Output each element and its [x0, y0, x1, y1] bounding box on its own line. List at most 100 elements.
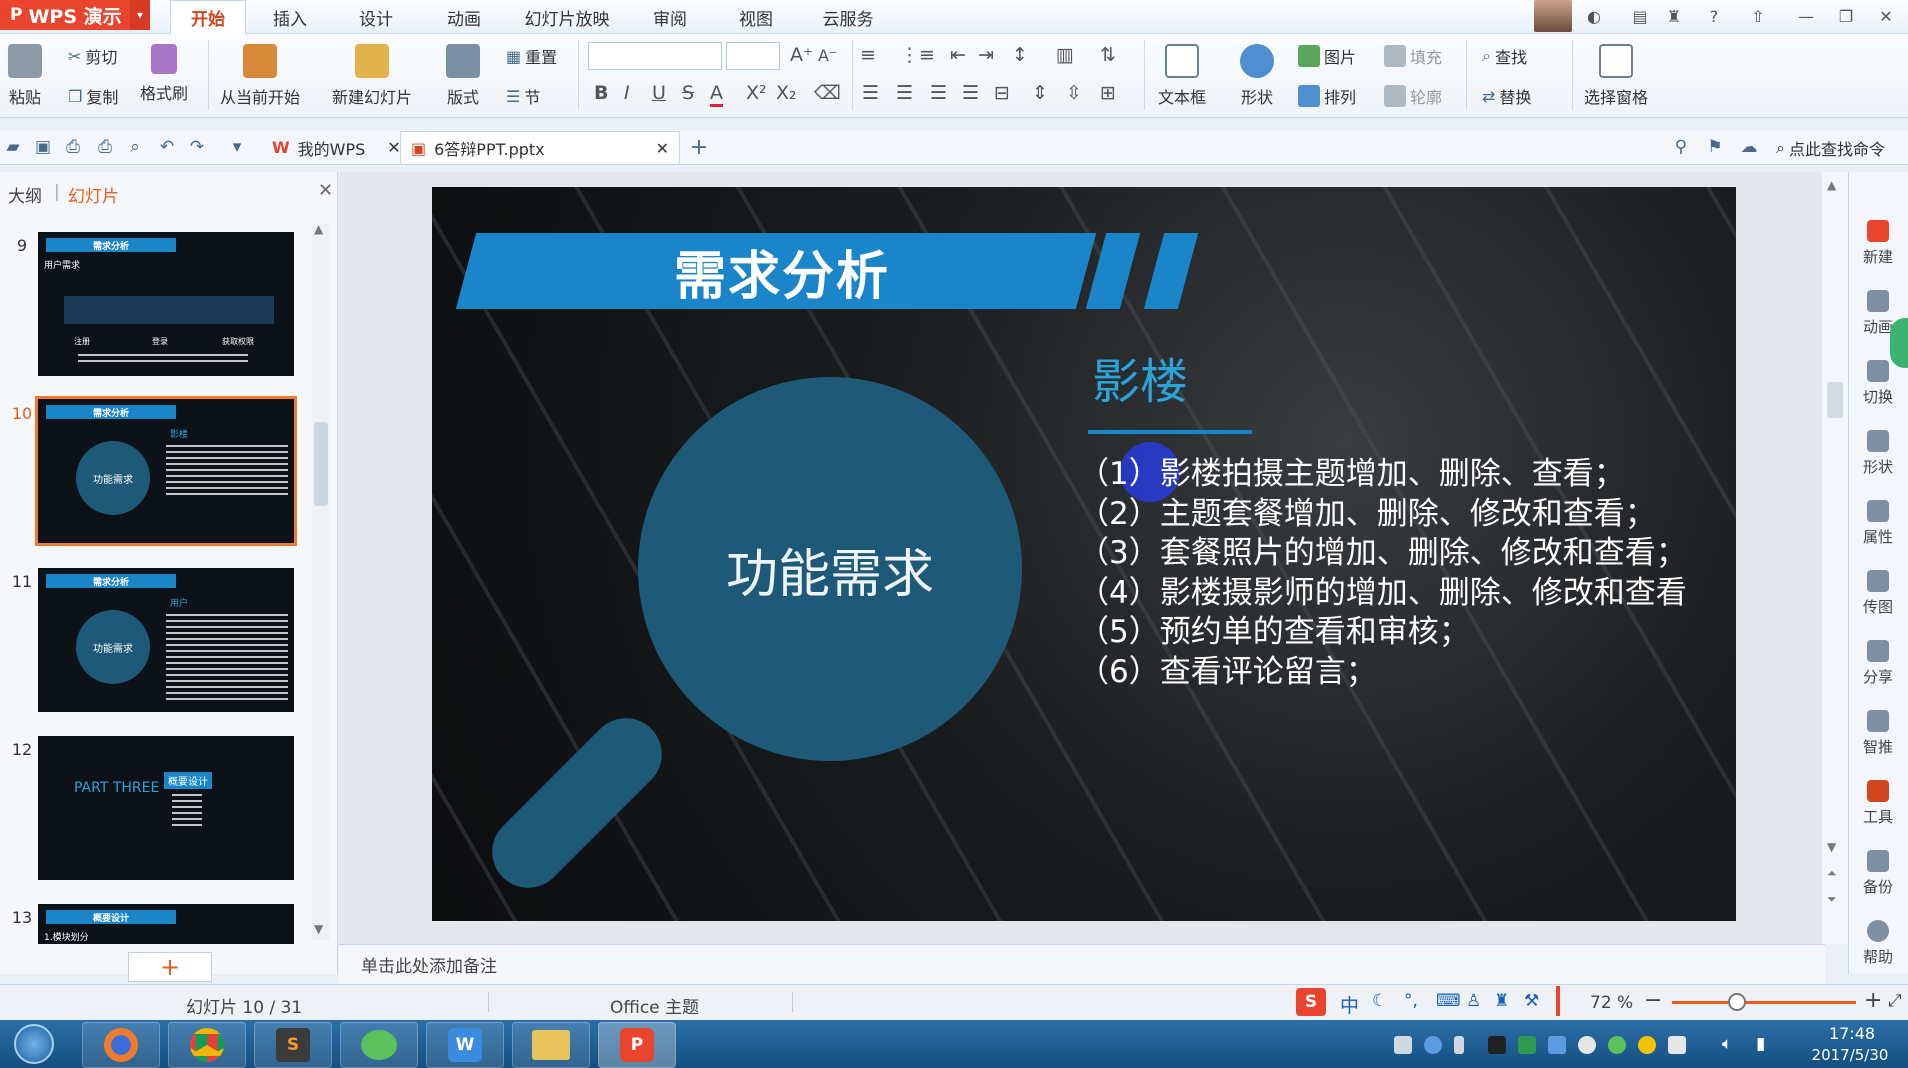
minimize-icon[interactable]: — [1792, 4, 1820, 28]
strike-button[interactable]: S [682, 82, 694, 104]
skin-icon[interactable]: ◐ [1580, 4, 1608, 28]
text-options-icon[interactable]: ⊞ [1100, 82, 1116, 104]
taskbar-wps-writer[interactable]: W [426, 1022, 504, 1068]
next-slide-icon[interactable]: ⏷ [1827, 892, 1837, 907]
tray-device-icon[interactable] [1668, 1036, 1686, 1054]
export-pdf-icon[interactable]: ⎙ [62, 136, 84, 158]
slide-thumbnail-9[interactable]: 需求分析 用户需求 注册 登录 获取权限 [38, 232, 294, 376]
collapse-icon[interactable]: ▤ [1626, 4, 1654, 28]
sidebar-help[interactable]: 帮助 [1852, 920, 1904, 967]
close-icon[interactable]: ✕ [656, 139, 669, 158]
print-preview-icon[interactable]: ⌕ [124, 136, 146, 158]
shape-button[interactable]: 形状 [1240, 44, 1274, 108]
sidebar-shape[interactable]: 形状 [1852, 430, 1904, 477]
print-icon[interactable]: ⎙ [94, 136, 116, 158]
taskbar-wps-presentation[interactable]: P [598, 1022, 676, 1068]
zoom-in-button[interactable]: + [1864, 988, 1882, 1013]
shirt-icon[interactable]: ♜ [1660, 4, 1688, 28]
tray-green-icon[interactable] [1518, 1036, 1536, 1054]
close-panel-icon[interactable]: ✕ [318, 180, 333, 201]
theme-name[interactable]: Office 主题 [610, 993, 699, 1018]
sidebar-transition[interactable]: 切换 [1852, 360, 1904, 407]
paste-button[interactable]: 粘贴 [8, 44, 42, 108]
user-icon[interactable]: ♙ [1466, 991, 1481, 1011]
tab-insert[interactable]: 插入 [256, 0, 324, 34]
help-icon[interactable]: ? [1700, 4, 1728, 28]
redo-icon[interactable]: ↷ [186, 136, 208, 158]
scroll-down-icon[interactable]: ▼ [1827, 840, 1836, 854]
prev-slide-icon[interactable]: ⏶ [1827, 866, 1837, 881]
slide-thumbnail-10[interactable]: 需求分析 影楼 功能需求 [38, 399, 294, 543]
picture-button[interactable]: 图片 [1298, 44, 1356, 68]
cloud-icon[interactable]: ☁ [1738, 136, 1760, 158]
close-icon[interactable]: ✕ [1872, 4, 1900, 28]
increase-font-icon[interactable]: A⁺ [790, 44, 813, 66]
bold-button[interactable]: B [594, 82, 608, 104]
close-icon[interactable]: ✕ [387, 138, 400, 157]
columns-icon[interactable]: ▥ [1056, 44, 1074, 66]
scroll-up-icon[interactable]: ▲ [314, 222, 323, 236]
underline-button[interactable]: U [652, 82, 666, 104]
command-search[interactable]: ⌕ 点此查找命令 [1776, 136, 1885, 160]
line-spacing-icon[interactable]: ↕ [1012, 44, 1028, 66]
tray-360-icon[interactable] [1638, 1036, 1656, 1054]
align-center-icon[interactable]: ☰ [896, 82, 913, 104]
tray-app-icon[interactable] [1488, 1036, 1506, 1054]
slides-tab[interactable]: 幻灯片 [68, 182, 119, 207]
zoom-slider-track[interactable] [1672, 1001, 1856, 1004]
scrollbar-thumb[interactable] [314, 422, 328, 506]
thumbnail-scrollbar[interactable] [312, 224, 330, 940]
tab-review[interactable]: 审阅 [636, 0, 704, 34]
taskbar-explorer[interactable] [512, 1022, 590, 1068]
tab-slideshow[interactable]: 幻灯片放映 [516, 0, 618, 34]
sidebar-share[interactable]: 分享 [1852, 640, 1904, 687]
wrench-icon[interactable]: ⚒ [1524, 991, 1539, 1011]
cut-button[interactable]: ✂ 剪切 [68, 44, 117, 68]
paragraph-spacing-icon[interactable]: ⇕ [1032, 82, 1048, 104]
tab-design[interactable]: 设计 [342, 0, 410, 34]
canvas-scrollbar-thumb[interactable] [1827, 382, 1843, 418]
tab-view[interactable]: 视图 [722, 0, 790, 34]
keyboard-icon[interactable]: ⌨ [1436, 991, 1461, 1011]
section-button[interactable]: ☰ 节 [506, 84, 540, 108]
distribute-icon[interactable]: ⊟ [994, 82, 1010, 104]
network-icon[interactable]: ▮ [1756, 1034, 1765, 1054]
flag-icon[interactable]: ⚑ [1704, 136, 1726, 158]
tray-qq-icon[interactable] [1578, 1036, 1596, 1054]
clear-format-icon[interactable]: ⌫ [814, 82, 841, 104]
volume-icon[interactable]: 🔈︎ [1722, 1034, 1732, 1054]
text-direction-icon[interactable]: ⇅ [1100, 44, 1116, 66]
subscript-button[interactable]: X₂ [776, 82, 797, 104]
moon-icon[interactable]: ☾ [1372, 991, 1387, 1011]
sidebar-new[interactable]: 新建 [1852, 220, 1904, 267]
sidebar-backup[interactable]: 备份 [1852, 850, 1904, 897]
selection-pane-button[interactable]: 选择窗格 [1584, 44, 1648, 108]
outline-tab[interactable]: 大纲 [8, 182, 42, 207]
new-slide-button[interactable]: 新建幻灯片 [332, 44, 412, 108]
floating-badge[interactable] [1890, 318, 1908, 368]
sidebar-properties[interactable]: 属性 [1852, 500, 1904, 547]
customize-icon[interactable]: ▾ [226, 136, 248, 158]
slide-thumbnail-12[interactable]: PART THREE 概要设计 [38, 736, 294, 880]
find-button[interactable]: ⌕ 查找 [1482, 44, 1527, 68]
outline-button[interactable]: 轮廓 [1384, 84, 1442, 108]
zoom-level[interactable]: 72 % [1590, 993, 1633, 1013]
fit-window-icon[interactable]: ⤢ [1888, 991, 1902, 1011]
zoom-slider-handle[interactable] [1728, 993, 1746, 1011]
font-size-combo[interactable] [726, 42, 780, 70]
play-from-current-button[interactable]: 从当前开始 [220, 44, 300, 108]
slide-title[interactable]: 需求分析 [552, 233, 1012, 309]
tray-keyboard-icon[interactable] [1394, 1036, 1412, 1054]
undo-icon[interactable]: ↶ [156, 136, 178, 158]
user-avatar[interactable] [1534, 0, 1572, 32]
restore-icon[interactable]: ❐ [1832, 4, 1860, 28]
decrease-font-icon[interactable]: A⁻ [818, 46, 837, 65]
slide-subtitle[interactable]: 影楼 [1092, 342, 1188, 412]
italic-button[interactable]: I [624, 82, 630, 104]
bullet-list-icon[interactable]: ≡ [860, 44, 876, 66]
open-folder-icon[interactable]: ▰ [2, 136, 24, 158]
scroll-up-icon[interactable]: ▲ [1827, 178, 1836, 192]
font-color-button[interactable]: A [710, 82, 723, 107]
skin-shirt-icon[interactable]: ♜ [1494, 991, 1509, 1011]
tab-animation[interactable]: 动画 [430, 0, 498, 34]
